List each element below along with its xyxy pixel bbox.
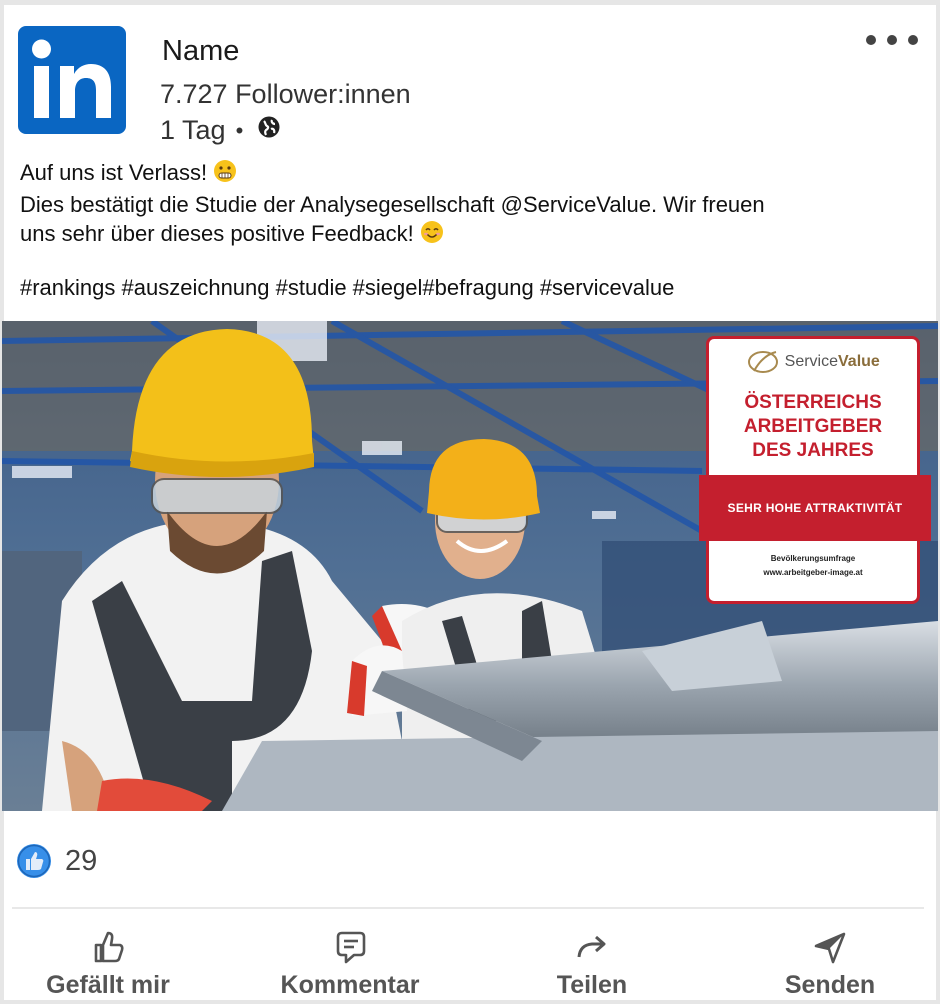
share-button-label: Teilen bbox=[556, 971, 628, 999]
comment-button[interactable]: Kommentar bbox=[264, 927, 436, 1000]
like-button-label: Gefällt mir bbox=[46, 971, 170, 999]
badge-brand-prefix: Service bbox=[784, 353, 838, 371]
like-button[interactable]: Gefällt mir bbox=[30, 927, 186, 1000]
follower-count: 7.727 Follower:innen bbox=[160, 79, 411, 109]
globe-icon bbox=[253, 115, 281, 146]
thumbs-up-icon bbox=[30, 927, 186, 967]
meta-separator: • bbox=[235, 117, 244, 143]
send-button[interactable]: Senden bbox=[770, 927, 890, 1000]
grimacing-emoji-icon bbox=[213, 159, 237, 190]
like-count[interactable]: 29 bbox=[65, 845, 97, 878]
badge-brand-suffix: Value bbox=[838, 353, 880, 371]
badge-title: ÖSTERREICHS ARBEITGEBER DES JAHRES bbox=[709, 391, 917, 463]
comment-icon bbox=[264, 927, 436, 967]
divider bbox=[12, 907, 924, 909]
badge-foot-line2: www.arbeitgeber-image.at bbox=[763, 568, 863, 577]
hashtags[interactable]: #rankings #auszeichnung #studie #siegel#… bbox=[20, 275, 674, 301]
post-card: Name 7.727 Follower:innen 1 Tag • Auf un… bbox=[2, 5, 938, 1000]
badge-title-line1: ÖSTERREICHS bbox=[744, 392, 882, 413]
send-button-label: Senden bbox=[784, 971, 876, 999]
smiling-emoji-icon bbox=[420, 220, 444, 251]
more-options-icon[interactable] bbox=[866, 35, 918, 45]
author-name[interactable]: Name bbox=[162, 35, 239, 68]
post-meta: 1 Tag • bbox=[160, 115, 281, 146]
like-reaction-icon[interactable] bbox=[16, 843, 52, 884]
post-text-line1: Auf uns ist Verlass! bbox=[20, 160, 208, 185]
share-arrow-icon bbox=[540, 927, 644, 967]
share-button[interactable]: Teilen bbox=[540, 927, 644, 1000]
post-time: 1 Tag bbox=[160, 115, 226, 145]
post-text: Auf uns ist Verlass! Dies bestätigt die … bbox=[20, 158, 900, 251]
post-text-line3: uns sehr über dieses positive Feedback! bbox=[20, 221, 414, 246]
comment-button-label: Kommentar bbox=[280, 971, 420, 999]
badge-band: SEHR HOHE ATTRAKTIVITÄT bbox=[699, 475, 931, 541]
badge-title-line2: ARBEITGEBER bbox=[743, 416, 883, 437]
badge-foot-line1: Bevölkerungsumfrage bbox=[770, 554, 856, 563]
award-badge: ServiceValue ÖSTERREICHS ARBEITGEBER DES… bbox=[699, 336, 931, 604]
post-text-line2: Dies bestätigt die Studie der Analyseges… bbox=[20, 192, 765, 217]
send-icon bbox=[770, 927, 890, 967]
badge-brand: ServiceValue bbox=[709, 349, 917, 375]
badge-title-line3: DES JAHRES bbox=[752, 440, 874, 461]
badge-footer: Bevölkerungsumfrage www.arbeitgeber-imag… bbox=[709, 552, 917, 580]
linkedin-logo-icon[interactable] bbox=[18, 26, 126, 134]
